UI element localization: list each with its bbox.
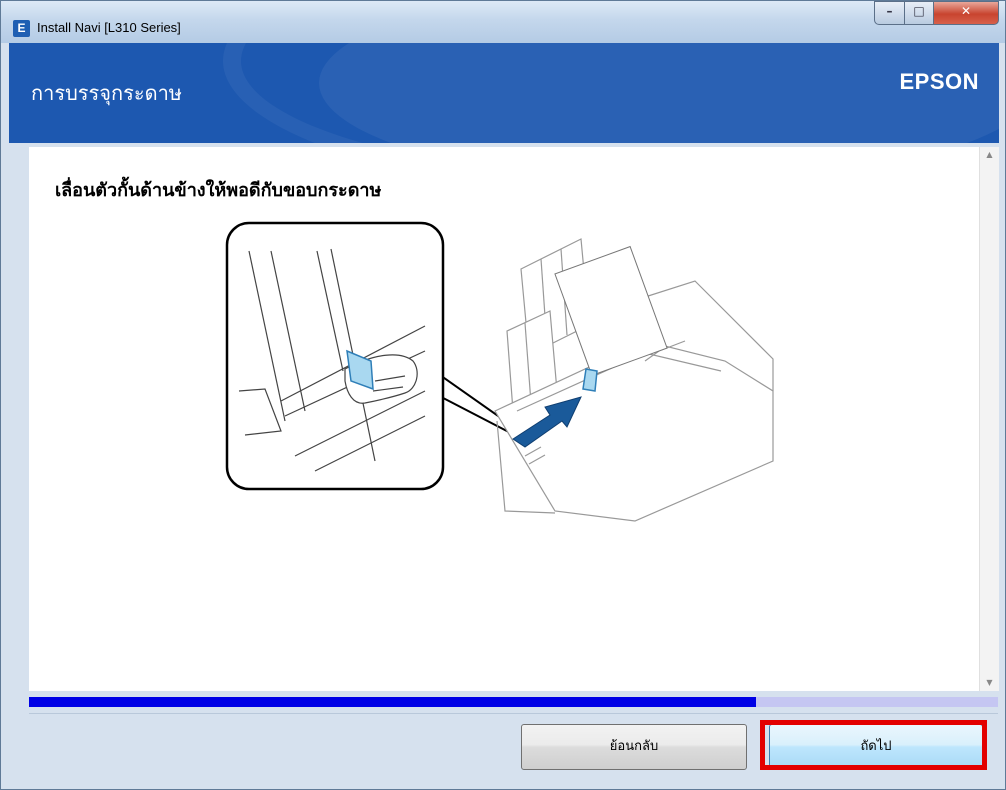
back-button[interactable]: ย้อนกลับ — [521, 724, 747, 770]
instruction-text: เลื่อนตัวกั้นด้านข้างให้พอดีกับขอบกระดาษ — [55, 180, 382, 201]
install-progress-bar — [29, 697, 998, 707]
content-panel: เลื่อนตัวกั้นด้านข้างให้พอดีกับขอบกระดาษ — [29, 147, 979, 691]
header-banner: การบรรจุกระดาษ EPSON — [9, 43, 999, 143]
maximize-button[interactable]: □ — [904, 1, 934, 25]
edge-guide-slide-illustration — [225, 221, 774, 522]
close-button[interactable]: ✕ — [933, 1, 999, 25]
footer-divider — [29, 713, 998, 714]
next-button-highlight — [760, 720, 987, 770]
window-title: Install Navi [L310 Series] — [37, 20, 181, 35]
title-bar[interactable]: E Install Navi [L310 Series] – □ ✕ — [1, 1, 1005, 43]
vertical-scrollbar[interactable]: ▲ ▼ — [979, 147, 999, 691]
progress-fill — [29, 697, 756, 707]
header-decoration — [319, 43, 999, 143]
epson-logo: EPSON — [899, 69, 979, 94]
page-title: การบรรจุกระดาษ — [31, 81, 182, 105]
scroll-down-arrow-icon[interactable]: ▼ — [980, 675, 999, 691]
close-icon: ✕ — [960, 4, 972, 18]
minimize-button[interactable]: – — [874, 1, 905, 25]
epson-e-icon: E — [13, 20, 30, 37]
maximize-icon: □ — [913, 4, 925, 18]
installer-window: E Install Navi [L310 Series] – □ ✕ การบร… — [0, 0, 1006, 790]
scroll-up-arrow-icon[interactable]: ▲ — [980, 147, 999, 163]
minimize-icon: – — [886, 4, 893, 18]
